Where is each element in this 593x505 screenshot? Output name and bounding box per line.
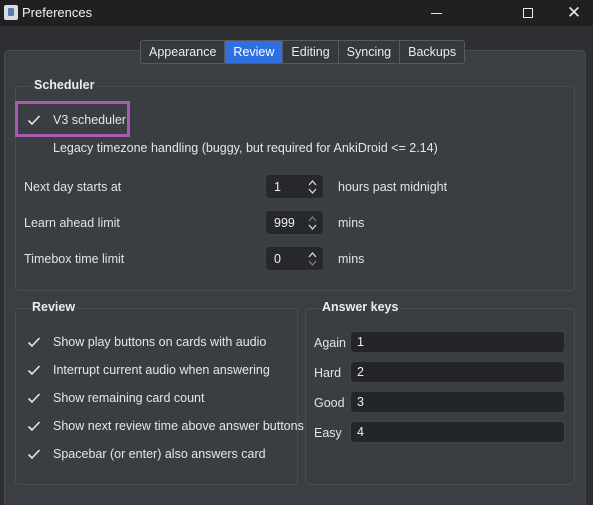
answer-key-input-hard[interactable]: 2 bbox=[350, 361, 565, 383]
timebox-suffix: mins bbox=[338, 252, 365, 266]
answer-key-label-again: Again bbox=[314, 336, 346, 350]
tab-bar: Appearance Review Editing Syncing Backup… bbox=[140, 40, 466, 64]
legacy-timezone-label: Legacy timezone handling (buggy, but req… bbox=[53, 141, 438, 155]
next-day-spinbox[interactable]: 1 bbox=[265, 174, 324, 199]
answer-key-input-easy[interactable]: 4 bbox=[350, 421, 565, 443]
v3-scheduler-checkbox[interactable]: V3 scheduler bbox=[27, 111, 126, 129]
review-option-checkbox[interactable]: Show next review time above answer butto… bbox=[27, 417, 304, 435]
answer-key-input-good[interactable]: 3 bbox=[350, 391, 565, 413]
review-option-label: Show play buttons on cards with audio bbox=[53, 335, 267, 349]
chevron-up-icon[interactable] bbox=[308, 215, 317, 223]
learn-ahead-suffix: mins bbox=[338, 216, 365, 230]
minimize-icon bbox=[430, 12, 442, 14]
v3-scheduler-label: V3 scheduler bbox=[53, 113, 126, 127]
chevron-down-icon[interactable] bbox=[308, 259, 317, 267]
anki-app-icon bbox=[4, 5, 18, 20]
timebox-spinbox[interactable]: 0 bbox=[265, 246, 324, 271]
review-option-label: Spacebar (or enter) also answers card bbox=[53, 447, 266, 461]
spin-arrows[interactable] bbox=[305, 211, 319, 234]
next-day-label: Next day starts at bbox=[24, 180, 122, 194]
tab-review[interactable]: Review bbox=[225, 41, 284, 63]
timebox-label: Timebox time limit bbox=[24, 252, 125, 266]
scheduler-group-title: Scheduler bbox=[32, 78, 97, 92]
checkmark-icon bbox=[27, 335, 41, 349]
answer-key-label-good: Good bbox=[314, 396, 345, 410]
chevron-up-icon[interactable] bbox=[308, 179, 317, 187]
maximize-icon bbox=[523, 8, 533, 18]
checkmark-icon bbox=[27, 447, 41, 461]
review-option-label: Interrupt current audio when answering bbox=[53, 363, 270, 377]
chevron-down-icon[interactable] bbox=[308, 187, 317, 195]
review-option-checkbox[interactable]: Interrupt current audio when answering bbox=[27, 361, 270, 379]
review-group-title: Review bbox=[30, 300, 78, 314]
maximize-button[interactable] bbox=[505, 0, 551, 26]
close-button[interactable]: ✕ bbox=[551, 0, 593, 26]
tab-appearance[interactable]: Appearance bbox=[141, 41, 226, 63]
title-bar: Preferences ✕ bbox=[0, 0, 593, 26]
tab-editing[interactable]: Editing bbox=[283, 41, 339, 63]
review-option-label: Show next review time above answer butto… bbox=[53, 419, 304, 433]
close-icon: ✕ bbox=[566, 2, 582, 23]
window-title: Preferences bbox=[22, 5, 93, 20]
chevron-down-icon[interactable] bbox=[308, 223, 317, 231]
checkmark-icon bbox=[27, 363, 41, 377]
checkmark-icon bbox=[27, 419, 41, 433]
spin-arrows[interactable] bbox=[305, 247, 319, 270]
learn-ahead-spinbox[interactable]: 999 bbox=[265, 210, 324, 235]
answer-key-label-hard: Hard bbox=[314, 366, 342, 380]
tab-syncing[interactable]: Syncing bbox=[339, 41, 401, 63]
answer-key-input-again[interactable]: 1 bbox=[350, 331, 565, 353]
answer-keys-group-title: Answer keys bbox=[320, 300, 401, 314]
next-day-value: 1 bbox=[274, 179, 281, 194]
minimize-button[interactable] bbox=[413, 0, 459, 26]
legacy-timezone-checkbox[interactable]: Legacy timezone handling (buggy, but req… bbox=[27, 139, 438, 157]
next-day-suffix: hours past midnight bbox=[338, 180, 448, 194]
chevron-up-icon[interactable] bbox=[308, 251, 317, 259]
answer-key-label-easy: Easy bbox=[314, 426, 342, 440]
review-option-checkbox[interactable]: Spacebar (or enter) also answers card bbox=[27, 445, 266, 463]
review-option-label: Show remaining card count bbox=[53, 391, 205, 405]
timebox-value: 0 bbox=[274, 251, 281, 266]
learn-ahead-label: Learn ahead limit bbox=[24, 216, 120, 230]
checkmark-icon bbox=[27, 113, 41, 127]
review-option-checkbox[interactable]: Show play buttons on cards with audio bbox=[27, 333, 266, 351]
tab-backups[interactable]: Backups bbox=[400, 41, 464, 63]
review-option-checkbox[interactable]: Show remaining card count bbox=[27, 389, 204, 407]
spin-arrows[interactable] bbox=[305, 175, 319, 198]
learn-ahead-value: 999 bbox=[274, 215, 295, 230]
checkmark-icon bbox=[27, 391, 41, 405]
